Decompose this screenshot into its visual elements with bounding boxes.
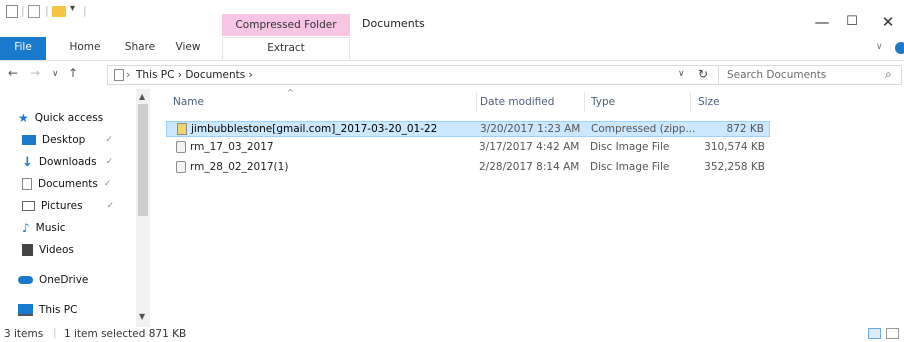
nav-item-downloads[interactable]: ↓ Downloads ✓	[22, 152, 113, 172]
forward-arrow-icon[interactable]: →	[30, 66, 40, 80]
nav-item-label: Downloads	[38, 156, 97, 168]
file-size: 310,574 KB	[704, 141, 765, 153]
column-header-name[interactable]: Name	[173, 96, 204, 108]
file-name: rm_28_02_2017(1)	[190, 161, 289, 173]
nav-item-videos[interactable]: Videos	[22, 240, 74, 260]
nav-item-documents[interactable]: Documents ✓	[22, 174, 111, 194]
documents-location-icon	[114, 69, 124, 81]
file-date: 3/20/2017 1:23 AM	[480, 123, 581, 135]
nav-item-label: OneDrive	[39, 274, 89, 286]
back-arrow-icon[interactable]: ←	[8, 66, 18, 80]
disc-image-icon	[176, 161, 186, 173]
recent-locations-icon[interactable]: ∨	[52, 69, 59, 79]
tab-home[interactable]: Home	[62, 37, 108, 60]
file-row[interactable]: rm_28_02_2017(1) 2/28/2017 8:14 AM Disc …	[166, 160, 770, 176]
nav-item-label: Desktop	[42, 134, 86, 146]
star-icon: ★	[18, 111, 29, 125]
column-divider[interactable]	[584, 92, 585, 112]
selection-info: 1 item selected 871 KB	[64, 328, 187, 340]
nav-item-label: Music	[35, 222, 66, 234]
separator: |	[83, 4, 87, 17]
disc-image-icon	[176, 141, 186, 153]
music-icon: ♪	[22, 221, 30, 235]
file-date: 2/28/2017 8:14 AM	[479, 161, 580, 173]
nav-item-label: Videos	[39, 244, 74, 256]
address-bar[interactable]: › This PC › Documents › ∨ ↻	[107, 65, 719, 85]
nav-item-pictures[interactable]: Pictures ✓	[22, 196, 114, 216]
refresh-icon[interactable]: ↻	[698, 67, 708, 81]
pin-icon[interactable]: ✓	[104, 179, 112, 189]
file-name: jimbubblestone[gmail.com]_2017-03-20_01-…	[191, 123, 438, 135]
file-row[interactable]: jimbubblestone[gmail.com]_2017-03-20_01-…	[166, 121, 770, 137]
separator: |	[45, 4, 49, 17]
context-tab-compressed-folder-tools: Compressed Folder Tools	[222, 14, 350, 53]
nav-item-label: This PC	[39, 304, 78, 316]
address-dropdown-icon[interactable]: ∨	[678, 69, 685, 79]
item-count: 3 items	[4, 328, 44, 340]
download-icon: ↓	[22, 154, 33, 170]
folder-icon[interactable]	[52, 6, 66, 17]
file-date: 3/17/2017 4:42 AM	[479, 141, 580, 153]
videos-icon	[22, 244, 33, 256]
expand-ribbon-icon[interactable]: ∨	[876, 42, 883, 52]
onedrive-icon	[18, 276, 33, 284]
search-box[interactable]: Search Documents ⌕	[718, 65, 902, 85]
nav-item-label: Quick access	[34, 112, 104, 124]
sort-ascending-icon: ^	[287, 88, 294, 97]
checkbox-icon[interactable]	[28, 5, 40, 18]
up-arrow-icon[interactable]: ↑	[68, 66, 78, 80]
file-type: Disc Image File	[590, 161, 670, 173]
minimize-button[interactable]: —	[812, 12, 832, 32]
scroll-down-icon[interactable]: ▼	[139, 312, 145, 321]
customize-quick-access-icon[interactable]: ▾	[70, 3, 75, 14]
column-header-date-modified[interactable]: Date modified	[480, 96, 554, 108]
tab-view[interactable]: View	[168, 37, 208, 60]
column-divider[interactable]	[690, 92, 691, 112]
column-header-type[interactable]: Type	[591, 96, 615, 108]
file-name: rm_17_03_2017	[190, 141, 274, 153]
documents-icon	[22, 178, 32, 190]
file-row[interactable]: rm_17_03_2017 3/17/2017 4:42 AM Disc Ima…	[166, 140, 770, 156]
tab-extract[interactable]: Extract	[222, 37, 350, 60]
file-type: Compressed (zipp...	[591, 123, 696, 135]
nav-item-desktop[interactable]: Desktop ✓	[22, 130, 113, 150]
column-header-size[interactable]: Size	[698, 96, 720, 108]
details-view-icon[interactable]	[868, 328, 881, 339]
pictures-icon	[22, 201, 35, 211]
file-size: 872 KB	[726, 123, 764, 135]
nav-item-label: Pictures	[41, 200, 83, 212]
properties-icon[interactable]	[6, 5, 18, 18]
nav-item-label: Documents	[38, 178, 98, 190]
nav-item-onedrive[interactable]: OneDrive	[18, 270, 88, 290]
help-icon[interactable]	[895, 42, 904, 54]
file-type: Disc Image File	[590, 141, 670, 153]
zip-icon	[177, 123, 187, 135]
search-placeholder: Search Documents	[727, 69, 827, 81]
maximize-button[interactable]: ☐	[842, 12, 862, 32]
tab-file[interactable]: File	[0, 37, 46, 60]
search-icon[interactable]: ⌕	[885, 67, 892, 82]
separator: |	[53, 327, 57, 339]
close-button[interactable]: ✕	[878, 12, 898, 32]
column-divider[interactable]	[476, 92, 477, 112]
status-bar: 3 items | 1 item selected 871 KB	[0, 327, 904, 342]
nav-item-this-pc[interactable]: This PC	[18, 300, 77, 320]
tab-share[interactable]: Share	[118, 37, 162, 60]
pin-icon[interactable]: ✓	[106, 157, 114, 167]
computer-icon	[18, 304, 33, 316]
title-bar	[0, 0, 904, 37]
breadcrumb[interactable]: This PC › Documents ›	[136, 69, 253, 81]
scrollbar-thumb[interactable]	[138, 104, 148, 216]
desktop-icon	[22, 135, 36, 145]
nav-item-music[interactable]: ♪ Music	[22, 218, 66, 238]
pin-icon[interactable]: ✓	[107, 201, 115, 211]
chevron-right-icon[interactable]: ›	[126, 68, 130, 81]
window-title: Documents	[362, 17, 425, 30]
separator: |	[21, 4, 25, 17]
file-size: 352,258 KB	[704, 161, 765, 173]
scroll-up-icon[interactable]: ▲	[139, 92, 145, 101]
nav-item-quick-access[interactable]: ★ Quick access	[18, 108, 103, 128]
pin-icon[interactable]: ✓	[105, 135, 113, 145]
large-icons-view-icon[interactable]	[886, 328, 899, 339]
